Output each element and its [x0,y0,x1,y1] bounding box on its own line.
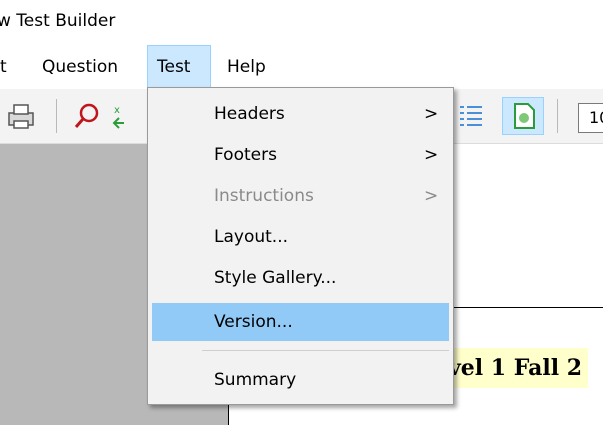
menu-item-label: Version... [214,312,293,332]
menu-test[interactable]: Test [147,45,211,89]
menu-item-footers[interactable]: Footers > [152,136,449,174]
toolbar-separator [557,99,558,133]
submenu-arrow-icon: > [424,186,439,206]
menu-item-version[interactable]: Version... [152,303,449,341]
svg-text:x: x [114,105,120,116]
title-bar: w Test Builder [0,0,603,44]
menu-item-label: Instructions [214,186,314,206]
zoom-combo[interactable]: 10 [578,103,603,133]
toolbar-separator [56,99,57,133]
test-menu-dropdown: Headers > Footers > Instructions > Layou… [147,87,454,405]
menu-separator [202,350,449,351]
window-title: w Test Builder [0,11,116,31]
menu-item-label: Headers [214,104,285,124]
search-icon[interactable] [72,101,102,131]
menu-item-instructions: Instructions > [152,177,449,215]
menu-item-headers[interactable]: Headers > [152,95,449,133]
menu-item-label: Style Gallery... [214,268,337,288]
menu-item-style-gallery[interactable]: Style Gallery... [152,259,449,297]
submenu-arrow-icon: > [424,145,439,165]
page-view-icon [514,103,535,129]
menu-edit[interactable]: t [0,45,16,89]
menu-item-label: Layout... [214,227,289,247]
menu-item-label: Footers [214,145,277,165]
print-icon[interactable] [6,101,36,131]
swap-icon[interactable]: x [110,101,140,131]
menu-item-label: Summary [214,370,297,390]
menu-item-summary[interactable]: Summary [152,361,449,399]
page-view-toggle[interactable] [502,97,544,135]
menu-bar: t Question Test Help [0,45,603,89]
document-heading: vel 1 Fall 2 [442,348,589,388]
menu-question[interactable]: Question [33,45,127,89]
menu-item-layout[interactable]: Layout... [152,218,449,256]
submenu-arrow-icon: > [424,104,439,124]
list-icon[interactable] [456,101,486,131]
menu-help[interactable]: Help [218,45,275,89]
